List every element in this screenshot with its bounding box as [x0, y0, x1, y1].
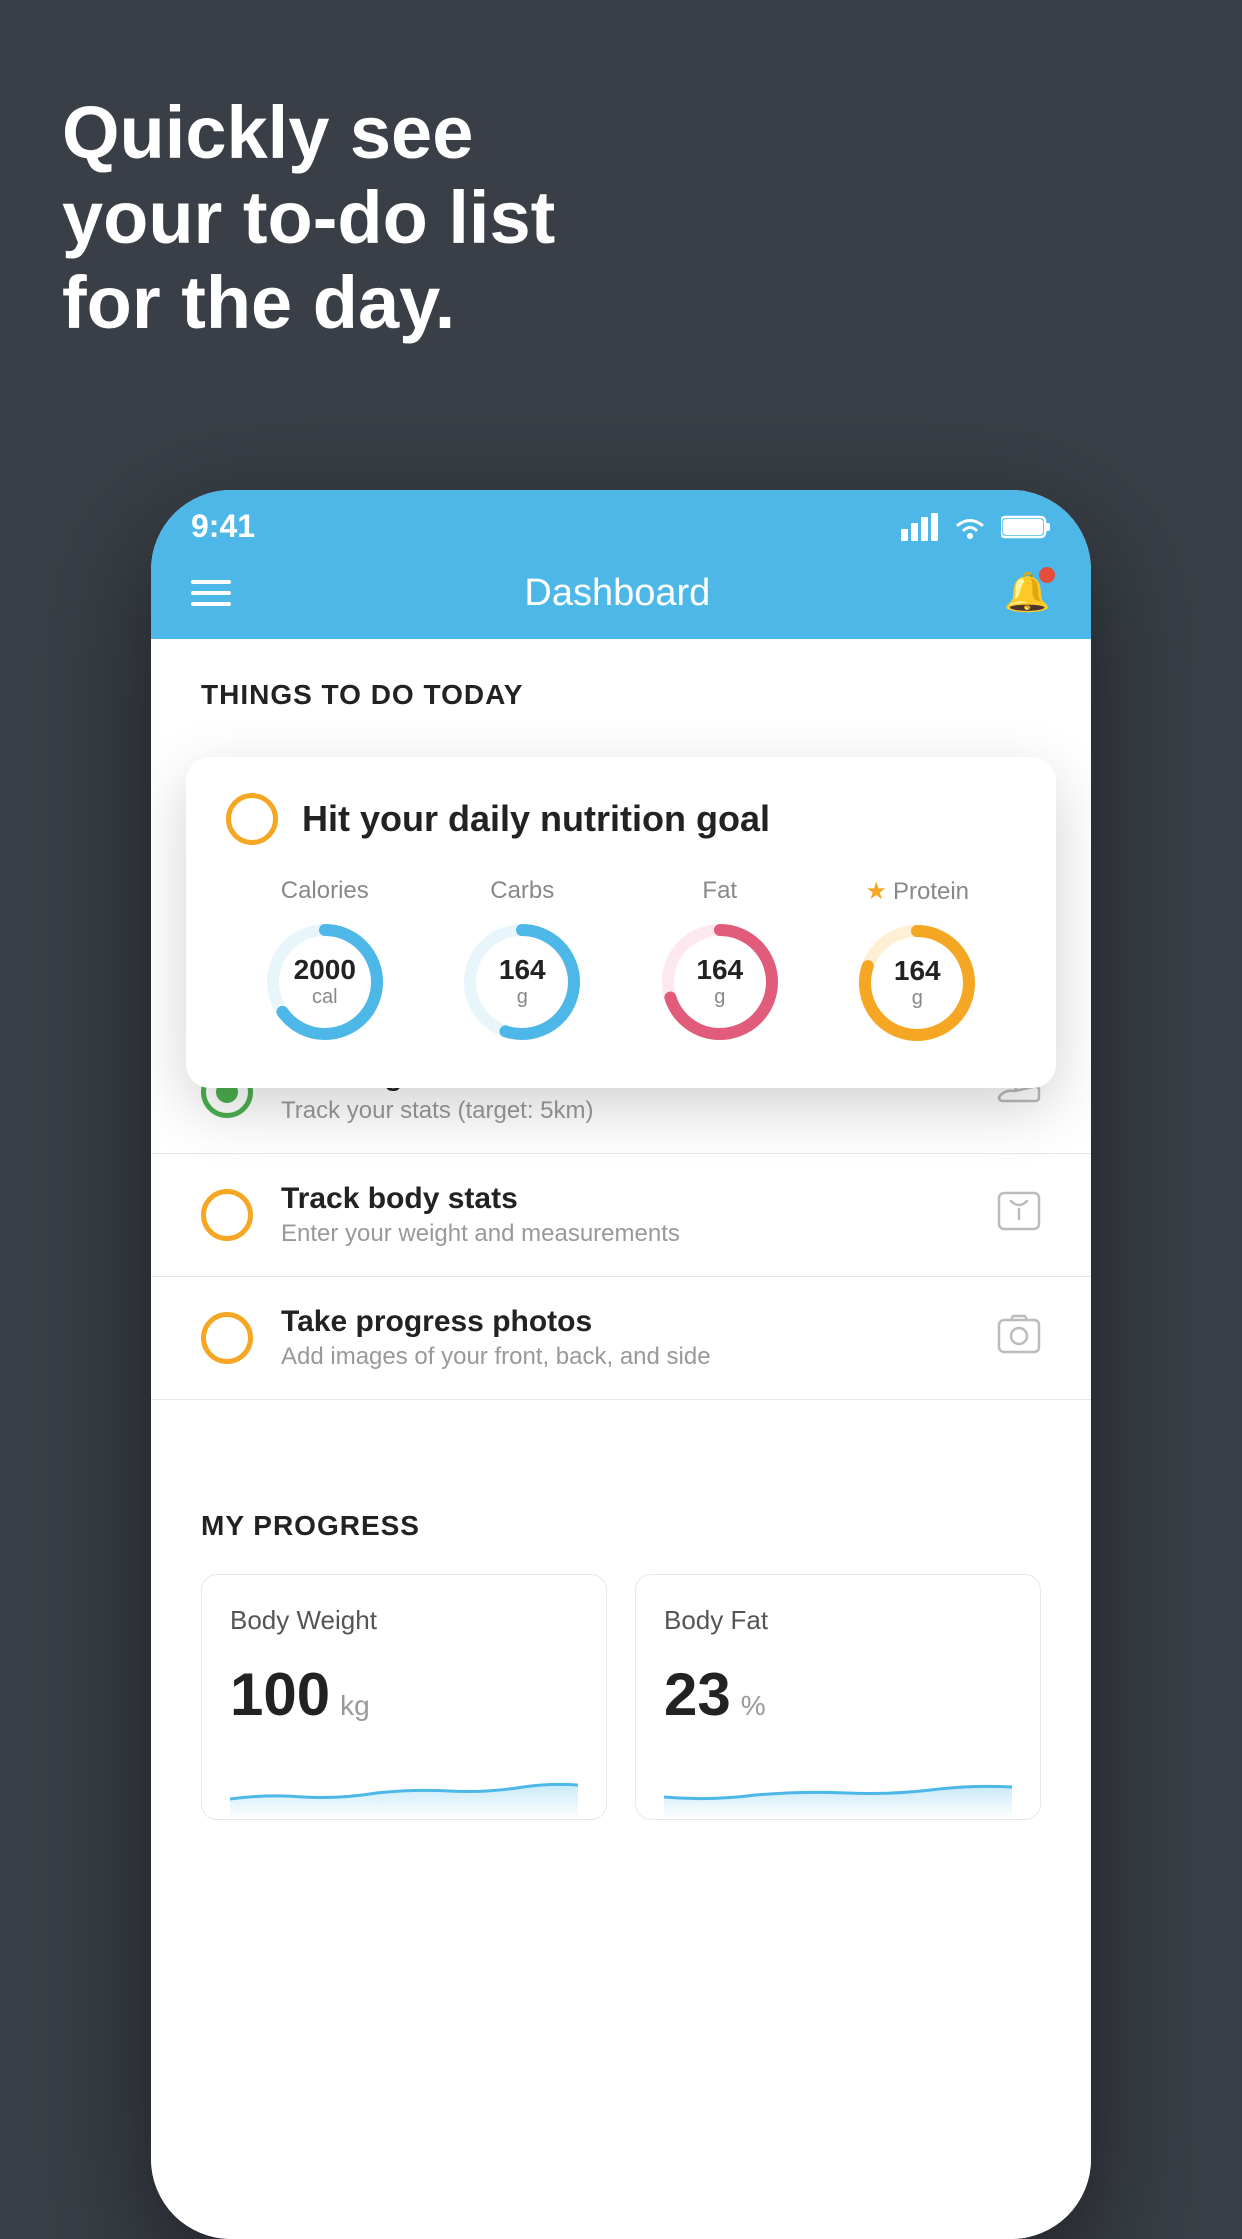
phone-frame: 9:41 [151, 490, 1091, 2239]
photos-circle [201, 1312, 253, 1364]
calories-value: 2000 [294, 955, 356, 986]
body-fat-value: 23 [664, 1660, 731, 1729]
body-weight-card: Body Weight 100 kg [201, 1574, 607, 1820]
hero-text: Quickly see your to-do list for the day. [62, 90, 555, 345]
status-bar: 9:41 [151, 490, 1091, 555]
body-fat-unit: % [741, 1690, 766, 1722]
carbs-label: Carbs [490, 877, 554, 905]
calories-donut: 2000 cal [260, 917, 390, 1047]
todo-item-body-stats[interactable]: Track body stats Enter your weight and m… [151, 1154, 1091, 1277]
running-sub: Track your stats (target: 5km) [281, 1097, 969, 1125]
battery-icon [1001, 514, 1051, 540]
hero-line1: Quickly see [62, 91, 473, 174]
photo-icon [997, 1314, 1041, 1363]
nav-title: Dashboard [524, 572, 710, 615]
photos-sub: Add images of your front, back, and side [281, 1343, 969, 1371]
signal-icon [901, 513, 939, 541]
protein-value: 164 [894, 956, 941, 987]
body-fat-value-row: 23 % [664, 1660, 1012, 1729]
calories-unit: cal [294, 986, 356, 1009]
nutrition-circles: Calories 2000 cal Carbs [226, 877, 1016, 1048]
body-fat-card: Body Fat 23 % [635, 1574, 1041, 1820]
body-weight-value: 100 [230, 1660, 330, 1729]
calories-label: Calories [281, 877, 369, 905]
progress-title: MY PROGRESS [201, 1510, 1041, 1542]
things-today-title: THINGS TO DO TODAY [201, 679, 523, 710]
carbs-unit: g [499, 986, 546, 1009]
section-header: THINGS TO DO TODAY [151, 639, 1091, 731]
nutrition-carbs: Carbs 164 g [457, 877, 587, 1047]
fat-unit: g [696, 986, 743, 1009]
body-stats-circle [201, 1189, 253, 1241]
carbs-donut: 164 g [457, 917, 587, 1047]
carbs-value: 164 [499, 955, 546, 986]
hamburger-icon[interactable] [191, 580, 231, 606]
nav-bar: Dashboard 🔔 [151, 555, 1091, 639]
progress-cards: Body Weight 100 kg [201, 1574, 1041, 1820]
nutrition-protein: ★ Protein 164 g [852, 877, 982, 1048]
body-weight-value-row: 100 kg [230, 1660, 578, 1729]
bell-notification-dot [1039, 567, 1055, 583]
body-stats-sub: Enter your weight and measurements [281, 1220, 969, 1248]
body-fat-sparkline [664, 1749, 1012, 1819]
hero-line3: for the day. [62, 261, 455, 344]
nutrition-calories: Calories 2000 cal [260, 877, 390, 1047]
hero-line2: your to-do list [62, 176, 555, 259]
phone-content: THINGS TO DO TODAY Hit your daily nutrit… [151, 639, 1091, 2239]
protein-label-row: ★ Protein [865, 877, 969, 906]
scale-icon [997, 1191, 1041, 1240]
fat-label: Fat [702, 877, 737, 905]
protein-unit: g [894, 987, 941, 1010]
nutrition-goal-circle [226, 793, 278, 845]
protein-donut: 164 g [852, 918, 982, 1048]
protein-label: Protein [893, 878, 969, 906]
wifi-icon [951, 513, 989, 541]
card-header: Hit your daily nutrition goal [226, 793, 1016, 845]
body-stats-info: Track body stats Enter your weight and m… [281, 1182, 969, 1248]
body-weight-unit: kg [340, 1690, 370, 1722]
bell-icon[interactable]: 🔔 [1004, 571, 1051, 615]
todo-item-photos[interactable]: Take progress photos Add images of your … [151, 1277, 1091, 1400]
status-time: 9:41 [191, 508, 255, 545]
nutrition-goal-title: Hit your daily nutrition goal [302, 798, 770, 840]
body-weight-title: Body Weight [230, 1605, 578, 1636]
body-stats-name: Track body stats [281, 1182, 969, 1216]
floating-card: Hit your daily nutrition goal Calories 2… [186, 757, 1056, 1088]
protein-star-icon: ★ [865, 877, 887, 906]
progress-section: MY PROGRESS Body Weight 100 kg [151, 1460, 1091, 1820]
fat-value: 164 [696, 955, 743, 986]
photos-name: Take progress photos [281, 1305, 969, 1339]
photos-info: Take progress photos Add images of your … [281, 1305, 969, 1371]
body-weight-sparkline [230, 1749, 578, 1819]
nutrition-fat: Fat 164 g [655, 877, 785, 1047]
body-fat-title: Body Fat [664, 1605, 1012, 1636]
status-icons [901, 513, 1051, 541]
fat-donut: 164 g [655, 917, 785, 1047]
